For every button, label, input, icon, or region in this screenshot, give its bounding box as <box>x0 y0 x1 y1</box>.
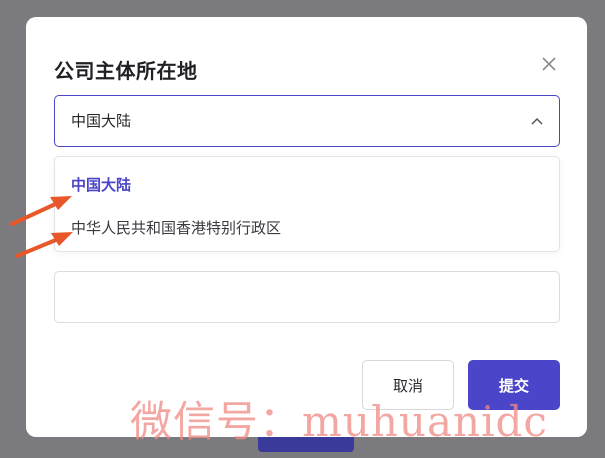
close-icon[interactable] <box>538 53 560 75</box>
location-dropdown: 中国大陆 中华人民共和国香港特别行政区 <box>54 156 560 252</box>
secondary-input[interactable] <box>54 271 560 323</box>
location-dialog: 公司主体所在地 中国大陆 中国大陆 中华人民共和国香港特别行政区 取消 提交 <box>26 17 587 437</box>
select-value: 中国大陆 <box>71 112 132 130</box>
location-select[interactable]: 中国大陆 <box>54 95 560 147</box>
dialog-title: 公司主体所在地 <box>54 59 198 83</box>
watermark-text: 微信号：muhuanidc <box>130 397 548 446</box>
option-mainland-china[interactable]: 中国大陆 <box>71 174 131 195</box>
option-hong-kong-sar[interactable]: 中华人民共和国香港特别行政区 <box>71 217 281 238</box>
chevron-up-icon <box>529 114 545 130</box>
